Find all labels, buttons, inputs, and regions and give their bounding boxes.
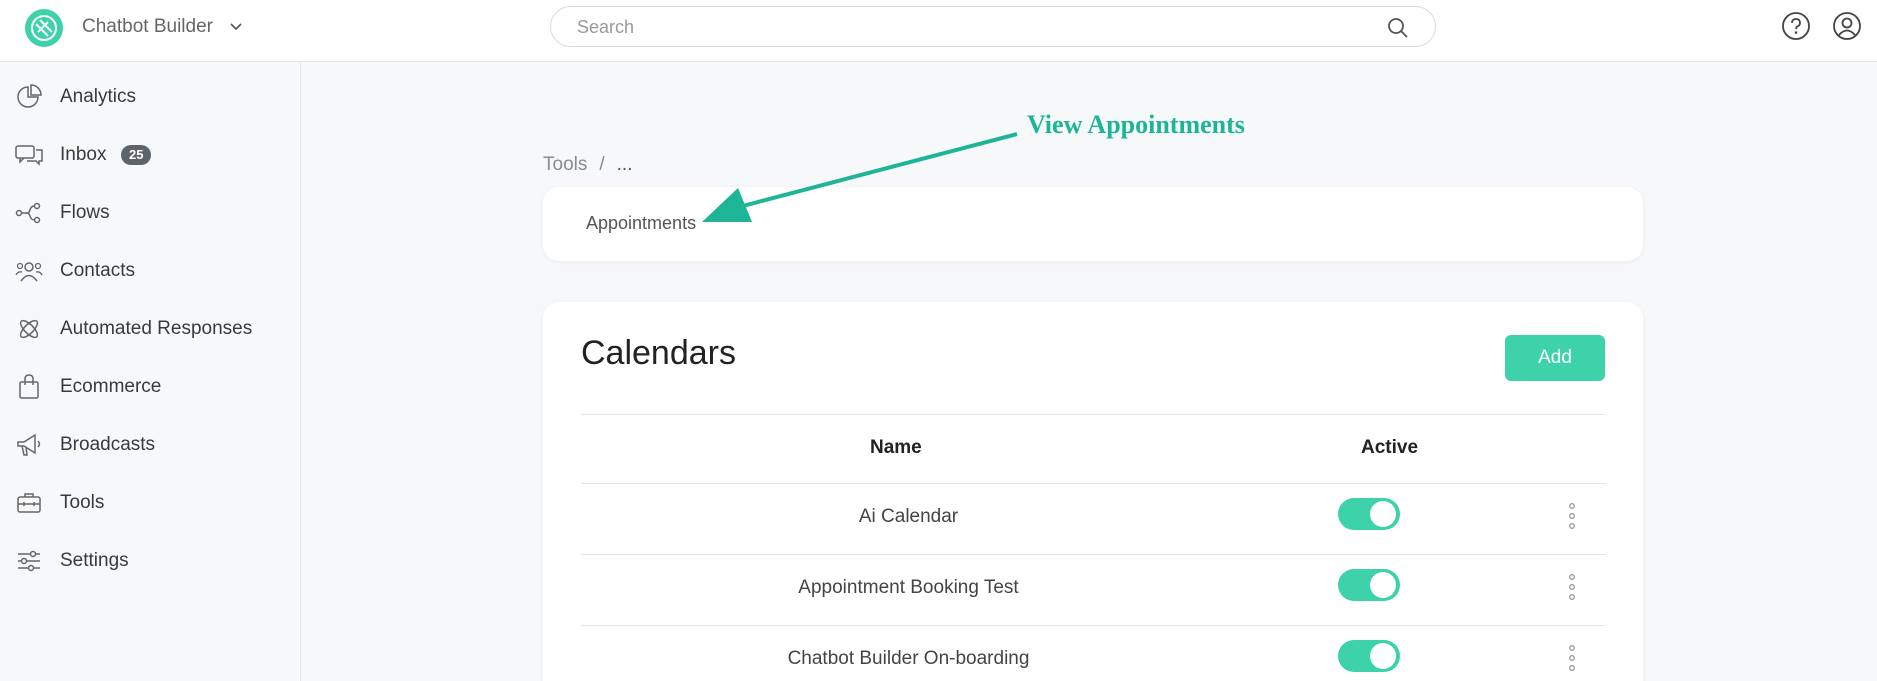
inbox-count-badge: 25 [121,145,152,165]
user-profile-icon[interactable] [1832,11,1862,41]
sidebar-item-contacts[interactable]: Contacts [0,249,300,293]
breadcrumb-root[interactable]: Tools [543,154,587,176]
tab-appointments[interactable]: Appointments [586,213,696,234]
sidebar-item-label: Analytics [60,86,137,107]
column-header-active[interactable]: Active [1361,437,1418,459]
annotation-label: View Appointments [1027,110,1245,139]
logo-icon[interactable] [24,8,64,48]
more-options-icon[interactable] [1565,644,1579,672]
sidebar: Analytics Inbox 25 Flows Contacts Automa… [0,62,301,681]
table-header: Name Active [581,414,1606,484]
more-options-icon[interactable] [1565,573,1579,601]
shopping-bag-icon [19,374,39,399]
sidebar-item-settings[interactable]: Settings [0,539,300,583]
column-header-name[interactable]: Name [870,437,922,459]
add-calendar-button[interactable]: Add [1505,335,1605,381]
sidebar-item-tools[interactable]: Tools [0,481,300,525]
sidebar-item-label: Contacts [60,260,135,281]
calendar-name: Chatbot Builder On-boarding [787,648,1030,669]
toolbox-icon [17,493,41,513]
top-bar: Chatbot Builder [0,0,1877,62]
sidebar-item-inbox[interactable]: Inbox 25 [0,133,300,177]
sidebar-item-label: Broadcasts [60,434,156,455]
table-row[interactable]: Chatbot Builder On-boarding [581,626,1606,681]
calendars-card: Calendars Add Name Active Ai Calendar Ap… [543,302,1643,681]
calendar-name: Ai Calendar [858,506,959,527]
chevron-down-icon [230,23,242,31]
annotation-arrow [702,132,1018,222]
people-icon [15,262,43,282]
table-row[interactable]: Ai Calendar [581,484,1606,555]
sidebar-item-automated-responses[interactable]: Automated Responses [0,307,300,351]
sidebar-item-label: Inbox [60,144,107,165]
search-icon[interactable] [1387,17,1409,39]
sidebar-item-ecommerce[interactable]: Ecommerce [0,365,300,409]
active-toggle[interactable] [1338,569,1400,601]
table-row[interactable]: Appointment Booking Test [581,555,1606,626]
chat-bubbles-icon [15,145,43,166]
sidebar-item-flows[interactable]: Flows [0,191,300,235]
active-toggle[interactable] [1338,498,1400,530]
atom-icon [19,319,39,339]
search-bar [550,6,1436,47]
flow-icon [15,202,41,224]
toggle-knob [1370,501,1396,527]
brand-name: Chatbot Builder [82,16,213,37]
sidebar-item-label: Automated Responses [60,318,253,339]
sidebar-item-analytics[interactable]: Analytics [0,75,300,119]
toggle-knob [1370,643,1396,669]
toggle-knob [1370,572,1396,598]
breadcrumb-separator: / [599,154,605,175]
search-input[interactable] [577,15,1357,39]
pie-chart-icon [17,84,42,108]
calendars-title: Calendars [581,334,736,372]
calendar-name: Appointment Booking Test [798,577,1019,598]
workspace-switcher[interactable]: Chatbot Builder [82,14,243,40]
sidebar-item-broadcasts[interactable]: Broadcasts [0,423,300,467]
sliders-icon [18,550,40,572]
more-options-icon[interactable] [1565,502,1579,530]
sidebar-item-label: Ecommerce [60,376,162,397]
sidebar-item-label: Tools [60,492,105,513]
breadcrumb: Tools / ... [543,154,632,176]
megaphone-icon [17,433,41,456]
sidebar-item-label: Settings [60,550,129,571]
breadcrumb-current: ... [616,154,633,175]
active-toggle[interactable] [1338,640,1400,672]
help-icon[interactable] [1781,11,1811,41]
sidebar-item-label: Flows [60,202,110,223]
